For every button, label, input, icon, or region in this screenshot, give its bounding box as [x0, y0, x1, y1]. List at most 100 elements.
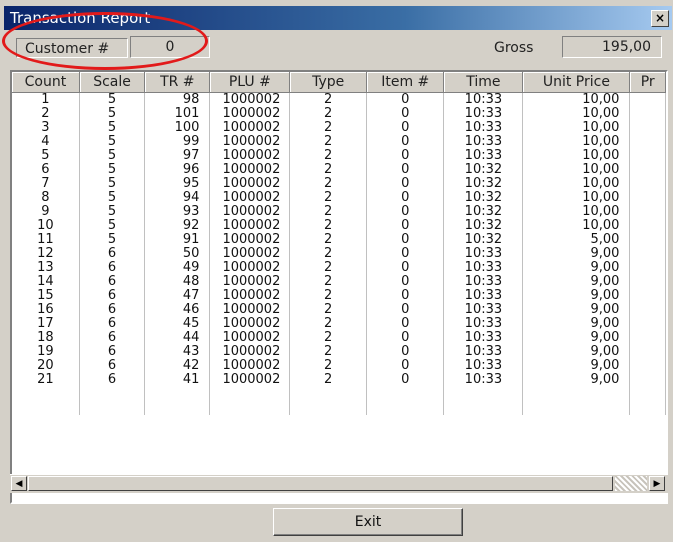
table-cell: 0 [366, 359, 445, 373]
table-row[interactable]: 1 5 98 1000002 2 0 10:33 10,00 [12, 92, 666, 107]
table-cell: 4 [12, 135, 80, 149]
table-row[interactable]: 17 6 45 1000002 2 0 10:33 9,00 [12, 317, 666, 331]
table-row[interactable]: 9 5 93 1000002 2 0 10:32 10,00 [12, 205, 666, 219]
column-header[interactable]: Item # [366, 72, 445, 93]
column-header[interactable]: Time [443, 72, 524, 93]
table-cell: 2 [289, 233, 368, 247]
table-row[interactable]: 15 6 47 1000002 2 0 10:33 9,00 [12, 289, 666, 303]
horizontal-scrollbar[interactable]: ◀ ▶ [10, 474, 668, 493]
table-cell: 10:33 [443, 121, 524, 135]
column-header[interactable]: Count [12, 72, 80, 93]
table-cell: 1000002 [209, 345, 291, 359]
table-cell [522, 401, 631, 415]
table-cell: 0 [366, 107, 445, 121]
table-cell [12, 387, 80, 401]
table-cell: 94 [144, 191, 211, 205]
table-cell [629, 345, 666, 359]
table-row[interactable]: 20 6 42 1000002 2 0 10:33 9,00 [12, 359, 666, 373]
table-cell: 41 [144, 373, 211, 387]
table-cell: 1000002 [209, 261, 291, 275]
table-row[interactable]: 7 5 95 1000002 2 0 10:32 10,00 [12, 177, 666, 191]
table-cell [79, 387, 146, 401]
table-cell: 0 [366, 177, 445, 191]
table-cell: 9,00 [522, 359, 631, 373]
table-row[interactable]: 3 5 100 1000002 2 0 10:33 10,00 [12, 121, 666, 135]
scroll-thumb[interactable] [28, 476, 613, 491]
table-cell: 10:33 [443, 261, 524, 275]
table-cell [522, 387, 631, 401]
table-cell: 0 [366, 345, 445, 359]
customer-number-field: 0 [130, 36, 210, 58]
table-row[interactable]: 4 5 99 1000002 2 0 10:33 10,00 [12, 135, 666, 149]
window-title: Transaction Report [10, 9, 151, 27]
table-row[interactable]: 10 5 92 1000002 2 0 10:32 10,00 [12, 219, 666, 233]
table-cell [443, 387, 524, 401]
table-cell: 9 [12, 205, 80, 219]
table-cell: 5 [79, 149, 146, 163]
table-cell: 2 [289, 107, 368, 121]
table-row[interactable]: 21 6 41 1000002 2 0 10:33 9,00 [12, 373, 666, 387]
table-cell: 45 [144, 317, 211, 331]
table-cell: 9,00 [522, 317, 631, 331]
column-header[interactable]: Unit Price [522, 72, 631, 93]
table-cell [629, 219, 666, 233]
table-cell: 0 [366, 205, 445, 219]
table-cell: 0 [366, 373, 445, 387]
table-row[interactable]: 12 6 50 1000002 2 0 10:33 9,00 [12, 247, 666, 261]
column-header[interactable]: TR # [144, 72, 211, 93]
table-cell: 10,00 [522, 149, 631, 163]
table-cell: 5 [79, 205, 146, 219]
table-cell: 10:33 [443, 303, 524, 317]
title-bar[interactable]: Transaction Report × [4, 6, 672, 30]
table-row[interactable]: 8 5 94 1000002 2 0 10:32 10,00 [12, 191, 666, 205]
info-bar: Customer # 0 Gross 195,00 [8, 34, 670, 64]
table-row[interactable]: 2 5 101 1000002 2 0 10:33 10,00 [12, 107, 666, 121]
table-cell: 0 [366, 135, 445, 149]
table-row[interactable]: 5 5 97 1000002 2 0 10:33 10,00 [12, 149, 666, 163]
table-row[interactable]: 11 5 91 1000002 2 0 10:32 5,00 [12, 233, 666, 247]
exit-button[interactable]: Exit [273, 508, 463, 536]
table-cell [629, 387, 666, 401]
scroll-right-icon[interactable]: ▶ [649, 476, 665, 491]
table-row[interactable]: 16 6 46 1000002 2 0 10:33 9,00 [12, 303, 666, 317]
table-cell: 6 [79, 247, 146, 261]
table-row[interactable]: 6 5 96 1000002 2 0 10:32 10,00 [12, 163, 666, 177]
table-cell: 2 [289, 359, 368, 373]
table-cell: 1000002 [209, 275, 291, 289]
table-cell [629, 92, 666, 107]
table-cell [209, 387, 291, 401]
table-row[interactable]: 18 6 44 1000002 2 0 10:33 9,00 [12, 331, 666, 345]
table-row[interactable]: 14 6 48 1000002 2 0 10:33 9,00 [12, 275, 666, 289]
column-header[interactable]: PLU # [209, 72, 291, 93]
table-cell: 10 [12, 219, 80, 233]
table-cell: 5 [79, 135, 146, 149]
table-cell: 1000002 [209, 303, 291, 317]
scroll-left-icon[interactable]: ◀ [11, 476, 27, 491]
table-cell: 1000002 [209, 191, 291, 205]
transaction-grid[interactable]: Count Scale TR # PLU # Type Item # Time Unit Pr… [10, 70, 668, 504]
table-cell [629, 359, 666, 373]
table-cell: 5 [79, 107, 146, 121]
table-cell: 17 [12, 317, 80, 331]
table-cell: 10:33 [443, 373, 524, 387]
table-cell: 10:33 [443, 359, 524, 373]
table-cell: 10:32 [443, 191, 524, 205]
close-icon[interactable]: × [651, 10, 669, 27]
table-cell: 1000002 [209, 177, 291, 191]
table-cell: 10:32 [443, 177, 524, 191]
scroll-track[interactable] [615, 476, 647, 491]
table-cell: 101 [144, 107, 211, 121]
table-cell: 47 [144, 289, 211, 303]
table-cell: 16 [12, 303, 80, 317]
table-cell: 5 [79, 92, 146, 107]
column-header[interactable]: Scale [79, 72, 146, 93]
table-cell: 6 [79, 317, 146, 331]
table-cell: 1000002 [209, 135, 291, 149]
table-cell: 0 [366, 317, 445, 331]
column-header[interactable]: Pr [629, 72, 666, 93]
table-row[interactable]: 19 6 43 1000002 2 0 10:33 9,00 [12, 345, 666, 359]
table-cell: 9,00 [522, 345, 631, 359]
table-row[interactable]: 13 6 49 1000002 2 0 10:33 9,00 [12, 261, 666, 275]
column-header[interactable]: Type [289, 72, 368, 93]
table-cell: 97 [144, 149, 211, 163]
